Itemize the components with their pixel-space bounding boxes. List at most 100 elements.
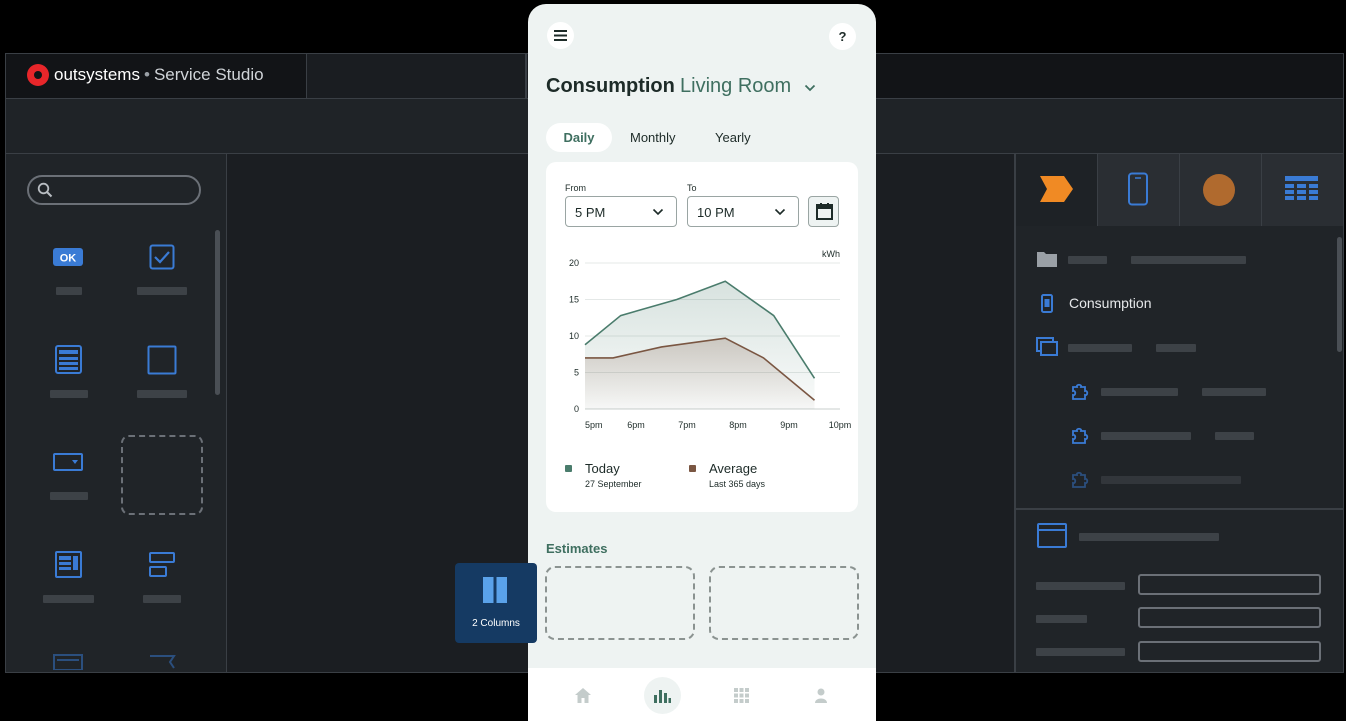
tree-item-label [1101, 432, 1191, 440]
unit-label: kWh [822, 249, 840, 259]
widget-label [137, 287, 187, 295]
calendar-button[interactable] [808, 196, 839, 227]
puzzle-icon [1072, 471, 1089, 488]
nav-stats-button[interactable] [644, 677, 681, 714]
dragged-columns-widget[interactable]: 2 Columns [455, 563, 537, 643]
search-icon [37, 182, 53, 198]
consumption-chart: 0 5 10 15 20 5pm 6pm 7pm 8pm 9pm 10pm kWh [569, 249, 851, 430]
tab-processes[interactable] [1016, 154, 1098, 226]
tree-item-label [1101, 388, 1178, 396]
tree-item-consumption[interactable]: Consumption [1069, 295, 1152, 311]
home-icon[interactable] [575, 688, 591, 703]
container-widget-icon[interactable] [147, 345, 177, 375]
table-widget-icon[interactable] [53, 654, 83, 670]
chevron-down-icon[interactable] [804, 84, 816, 92]
location-selector[interactable]: Living Room [680, 75, 791, 98]
y-tick-label: 0 [574, 404, 579, 414]
property-input[interactable] [1138, 607, 1321, 628]
x-axis-labels: 5pm 6pm 7pm 8pm 9pm 10pm [585, 420, 851, 430]
y-tick-label: 15 [569, 295, 579, 305]
chart-series [584, 280, 816, 409]
tree-item-label [1215, 432, 1254, 440]
from-label: From [565, 183, 586, 193]
properties-divider[interactable] [1016, 508, 1343, 510]
dragged-widget-placeholder [121, 435, 203, 515]
database-circle-icon [1203, 174, 1235, 206]
property-label [1036, 582, 1125, 590]
elements-scrollbar[interactable] [1337, 237, 1342, 352]
menu-button[interactable] [547, 22, 574, 49]
property-label [1036, 615, 1087, 623]
to-select[interactable]: 10 PM [687, 196, 799, 227]
to-label: To [687, 183, 697, 193]
to-select-value: 10 PM [697, 205, 735, 220]
two-columns-icon [483, 577, 507, 603]
app-title: outsystems • Service Studio [54, 65, 264, 84]
estimates-title: Estimates [546, 541, 608, 556]
dropdown-widget-icon[interactable] [53, 453, 83, 471]
apps-grid-icon[interactable] [734, 688, 749, 703]
puzzle-icon [1072, 427, 1089, 444]
y-tick-label: 5 [574, 368, 579, 378]
mobile-phone-icon [1128, 172, 1148, 206]
tab-yearly[interactable]: Yearly [715, 130, 751, 145]
drop-zone-column-2[interactable] [709, 566, 859, 640]
x-tick-label: 7pm [678, 420, 696, 430]
x-tick-label: 8pm [729, 420, 747, 430]
screen-icon [1041, 294, 1053, 313]
folder-icon [1037, 252, 1057, 267]
legend-today-sub: 27 September [585, 479, 642, 489]
drop-zone-column-1[interactable] [545, 566, 695, 640]
button-widget-icon[interactable]: OK [53, 248, 83, 266]
drag-chip-label: 2 Columns [472, 618, 520, 629]
x-tick-label: 9pm [780, 420, 798, 430]
property-input[interactable] [1138, 641, 1321, 662]
tree-item-label [1068, 344, 1132, 352]
y-axis-labels: 0 5 10 15 20 [569, 258, 579, 414]
svg-text:OK: OK [60, 253, 77, 265]
flag-widget-icon[interactable] [148, 654, 176, 670]
legend-average-sub: Last 365 days [709, 479, 766, 489]
calendar-icon [816, 203, 833, 220]
legend-swatch-today [565, 465, 572, 472]
widget-label [56, 287, 82, 295]
bar-chart-icon [654, 690, 671, 703]
from-select[interactable]: 5 PM [565, 196, 677, 227]
checkbox-widget-icon[interactable] [149, 244, 175, 270]
x-tick-label: 5pm [585, 420, 603, 430]
hamburger-menu-icon [554, 30, 567, 41]
chevron-down-icon [774, 208, 786, 216]
property-label [1036, 648, 1125, 656]
chevron-logic-icon [1040, 176, 1073, 202]
tree-item-label [1131, 256, 1246, 264]
x-tick-label: 10pm [829, 420, 852, 430]
tab-interface[interactable] [1098, 154, 1180, 226]
help-button[interactable]: ? [829, 23, 856, 50]
widget-toolbox [6, 154, 227, 672]
container-properties-icon [1037, 523, 1067, 548]
widget-label [43, 595, 94, 603]
tree-item-label [1101, 476, 1241, 484]
toolbox-scrollbar[interactable] [215, 230, 220, 395]
tab-data[interactable] [1180, 154, 1262, 226]
tab-monthly[interactable]: Monthly [630, 130, 676, 145]
tab-grid[interactable] [1262, 154, 1343, 226]
widget-search-input[interactable] [27, 175, 201, 205]
outsystems-logo-icon [27, 64, 49, 86]
columns-widget-icon[interactable] [148, 552, 176, 578]
product-name: Service Studio [153, 65, 264, 84]
widget-label [50, 390, 88, 398]
legend-swatch-average [689, 465, 696, 472]
widget-label [50, 492, 88, 500]
list-widget-icon[interactable] [55, 345, 82, 374]
properties-title [1079, 533, 1219, 541]
chevron-down-icon [652, 208, 664, 216]
widget-label [137, 390, 187, 398]
grid-table-icon [1285, 176, 1318, 200]
tree-item-label [1068, 256, 1107, 264]
ide-tab-1[interactable] [306, 54, 526, 98]
profile-icon[interactable] [815, 688, 827, 703]
brand-name: outsystems [54, 65, 140, 84]
form-widget-icon[interactable] [55, 551, 82, 578]
property-input[interactable] [1138, 574, 1321, 595]
